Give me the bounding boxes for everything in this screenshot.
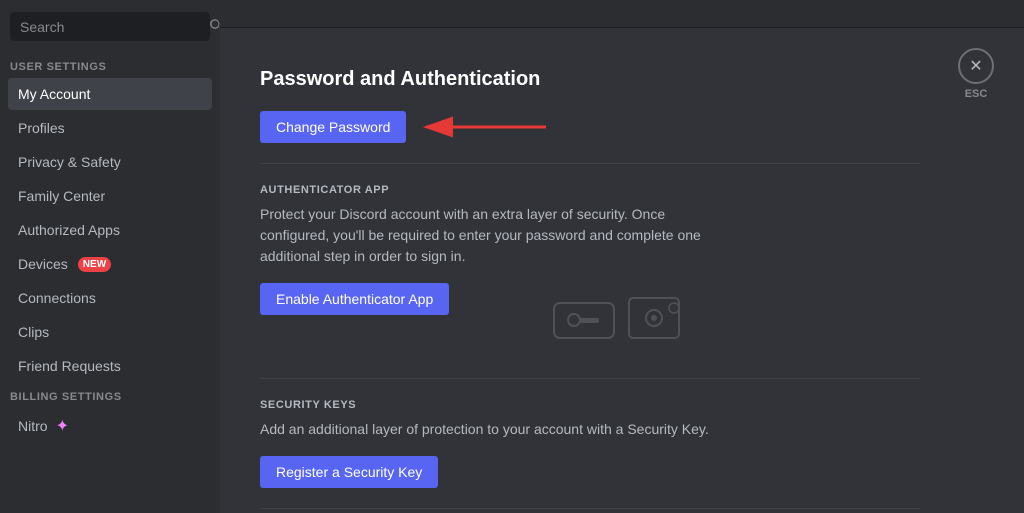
sidebar-item-label: Devices [18,256,68,272]
sidebar-item-label: Connections [18,290,96,306]
top-bar [220,0,1024,28]
change-password-button[interactable]: Change Password [260,111,406,143]
divider-1 [260,163,920,164]
main-wrapper: Password and Authentication Change Passw… [220,0,1024,513]
red-arrow-annotation [416,112,556,142]
sidebar-item-label: Clips [18,324,49,340]
divider-3 [260,508,920,509]
esc-label: ESC [965,88,988,100]
register-security-key-button[interactable]: Register a Security Key [260,456,438,488]
sidebar-item-label: Family Center [18,188,105,204]
search-box[interactable] [10,12,210,41]
security-keys-description: Add an additional layer of protection to… [260,419,720,440]
authenticator-description: Protect your Discord account with an ext… [260,204,720,267]
sidebar-item-authorized-apps[interactable]: Authorized Apps [8,214,212,246]
search-input[interactable] [20,19,201,35]
sidebar-item-label: Authorized Apps [18,222,120,238]
security-keys-section: SECURITY KEYS Add an additional layer of… [260,399,920,488]
change-password-container: Change Password [260,111,406,143]
esc-button[interactable]: ✕ ESC [958,48,994,100]
sidebar-item-label: My Account [18,86,90,102]
security-keys-heading: SECURITY KEYS [260,399,920,411]
sidebar-item-nitro[interactable]: Nitro ✦ [8,408,212,444]
sidebar-item-label: Nitro [18,418,48,434]
sidebar-item-label: Privacy & Safety [18,154,121,170]
enable-authenticator-button[interactable]: Enable Authenticator App [260,283,449,315]
security-illustration [549,283,689,358]
sidebar-item-connections[interactable]: Connections [8,282,212,314]
authenticator-heading: AUTHENTICATOR APP [260,184,920,196]
sidebar: USER SETTINGS My Account Profiles Privac… [0,0,220,513]
content-area: Password and Authentication Change Passw… [220,28,960,513]
search-icon [209,18,220,35]
sidebar-item-friend-requests[interactable]: Friend Requests [8,350,212,382]
close-icon: ✕ [969,56,982,76]
new-badge: NEW [78,257,111,272]
billing-settings-label: BILLING SETTINGS [0,383,220,407]
sidebar-item-clips[interactable]: Clips [8,316,212,348]
sidebar-item-label: Profiles [18,120,65,136]
sidebar-item-my-account[interactable]: My Account [8,78,212,110]
authenticator-section: AUTHENTICATOR APP Protect your Discord a… [260,184,920,358]
sidebar-item-family-center[interactable]: Family Center [8,180,212,212]
page-title: Password and Authentication [260,48,920,91]
divider-2 [260,378,920,379]
sidebar-item-privacy-safety[interactable]: Privacy & Safety [8,146,212,178]
user-settings-label: USER SETTINGS [0,53,220,77]
nitro-icon: ✦ [56,416,69,436]
sidebar-item-label: Friend Requests [18,358,121,374]
sidebar-item-profiles[interactable]: Profiles [8,112,212,144]
sidebar-item-devices[interactable]: Devices NEW [8,248,212,280]
main-content: Password and Authentication Change Passw… [220,28,1024,513]
esc-circle: ✕ [958,48,994,84]
